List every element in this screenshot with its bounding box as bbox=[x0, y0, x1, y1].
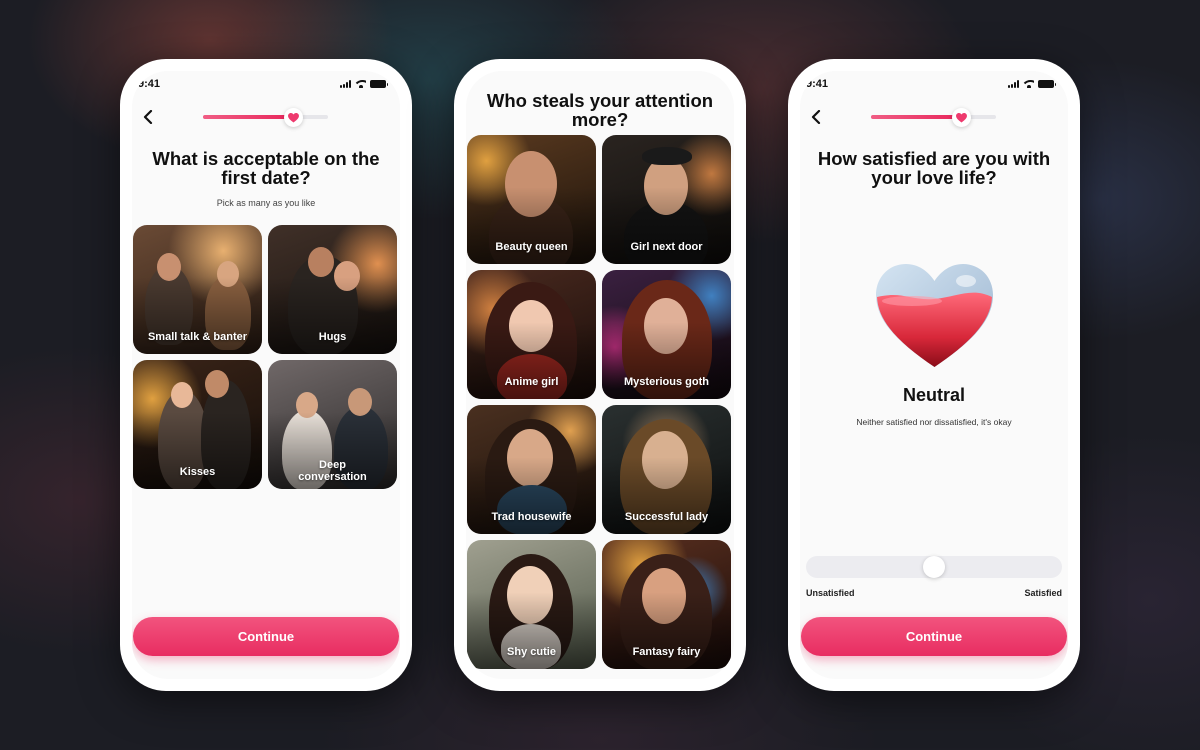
heart-glass-icon bbox=[876, 264, 993, 367]
satisfaction-slider[interactable] bbox=[806, 556, 1062, 578]
option-label: Anime girl bbox=[504, 376, 559, 388]
option-shy-cutie[interactable]: Shy cutie bbox=[467, 540, 596, 669]
option-label: Shy cutie bbox=[507, 646, 556, 658]
option-hugs[interactable]: Hugs bbox=[268, 225, 397, 354]
screen-love-life: 9:41 How satisfied are you with your lov… bbox=[800, 71, 1068, 679]
option-label: Deep conversation bbox=[298, 459, 367, 483]
phone-attention: Who steals your attention more? Beauty q… bbox=[454, 59, 746, 691]
option-beauty-queen[interactable]: Beauty queen bbox=[467, 135, 596, 264]
slider-min-label: Unsatisfied bbox=[806, 588, 855, 598]
options-grid: Beauty queen Girl next door Anime girl M… bbox=[467, 135, 731, 669]
back-button[interactable] bbox=[806, 107, 826, 127]
continue-button[interactable]: Continue bbox=[133, 617, 399, 656]
progress-bar bbox=[871, 108, 996, 127]
signal-icon bbox=[1008, 80, 1019, 88]
wifi-icon bbox=[1023, 80, 1034, 88]
status-bar: 9:41 bbox=[800, 71, 1068, 97]
option-label: Hugs bbox=[318, 331, 347, 343]
state-description: Neither satisfied nor dissatisfied, it's… bbox=[856, 417, 1012, 427]
battery-icon bbox=[1038, 80, 1056, 88]
status-bar: 9:41 bbox=[132, 71, 400, 97]
page-subtitle: Pick as many as you like bbox=[216, 198, 316, 208]
status-time: 9:41 bbox=[806, 78, 829, 90]
options-grid: Small talk & banter Hugs Kisses Deep con… bbox=[133, 225, 397, 489]
option-label: Small talk & banter bbox=[147, 331, 248, 343]
option-trad-housewife[interactable]: Trad housewife bbox=[467, 405, 596, 534]
screen-first-date: 9:41 What is acceptable on the first dat… bbox=[132, 71, 400, 679]
status-time: 9:41 bbox=[138, 78, 161, 90]
option-girl-next-door[interactable]: Girl next door bbox=[602, 135, 731, 264]
option-label: Trad housewife bbox=[491, 511, 572, 523]
option-deep-conversation[interactable]: Deep conversation bbox=[268, 360, 397, 489]
option-label: Beauty queen bbox=[495, 241, 568, 253]
continue-button[interactable]: Continue bbox=[801, 617, 1067, 656]
option-label: Kisses bbox=[179, 466, 216, 478]
progress-heart-icon bbox=[283, 108, 303, 127]
signal-icon bbox=[340, 80, 351, 88]
phone-first-date: 9:41 What is acceptable on the first dat… bbox=[120, 59, 412, 691]
progress-bar bbox=[203, 108, 328, 127]
option-label: Mysterious goth bbox=[624, 376, 709, 388]
wifi-icon bbox=[355, 80, 366, 88]
option-successful-lady[interactable]: Successful lady bbox=[602, 405, 731, 534]
back-button[interactable] bbox=[138, 107, 158, 127]
option-small-talk[interactable]: Small talk & banter bbox=[133, 225, 262, 354]
chevron-left-icon bbox=[143, 110, 153, 124]
progress-heart-icon bbox=[951, 108, 971, 127]
screen-attention: Who steals your attention more? Beauty q… bbox=[466, 71, 734, 679]
page-title: How satisfied are you with your love lif… bbox=[817, 148, 1051, 188]
option-kisses[interactable]: Kisses bbox=[133, 360, 262, 489]
slider-thumb[interactable] bbox=[923, 556, 945, 578]
option-mysterious-goth[interactable]: Mysterious goth bbox=[602, 270, 731, 399]
page-title: What is acceptable on the first date? bbox=[152, 148, 380, 188]
battery-icon bbox=[370, 80, 388, 88]
option-label: Girl next door bbox=[630, 241, 703, 253]
chevron-left-icon bbox=[811, 110, 821, 124]
state-title: Neutral bbox=[902, 385, 965, 405]
option-label: Successful lady bbox=[624, 511, 709, 523]
slider-max-label: Satisfied bbox=[1024, 588, 1062, 598]
option-label: Fantasy fairy bbox=[632, 646, 701, 658]
phone-love-life: 9:41 How satisfied are you with your lov… bbox=[788, 59, 1080, 691]
option-fantasy-fairy[interactable]: Fantasy fairy bbox=[602, 540, 731, 669]
option-anime-girl[interactable]: Anime girl bbox=[467, 270, 596, 399]
page-title: Who steals your attention more? bbox=[486, 90, 714, 130]
